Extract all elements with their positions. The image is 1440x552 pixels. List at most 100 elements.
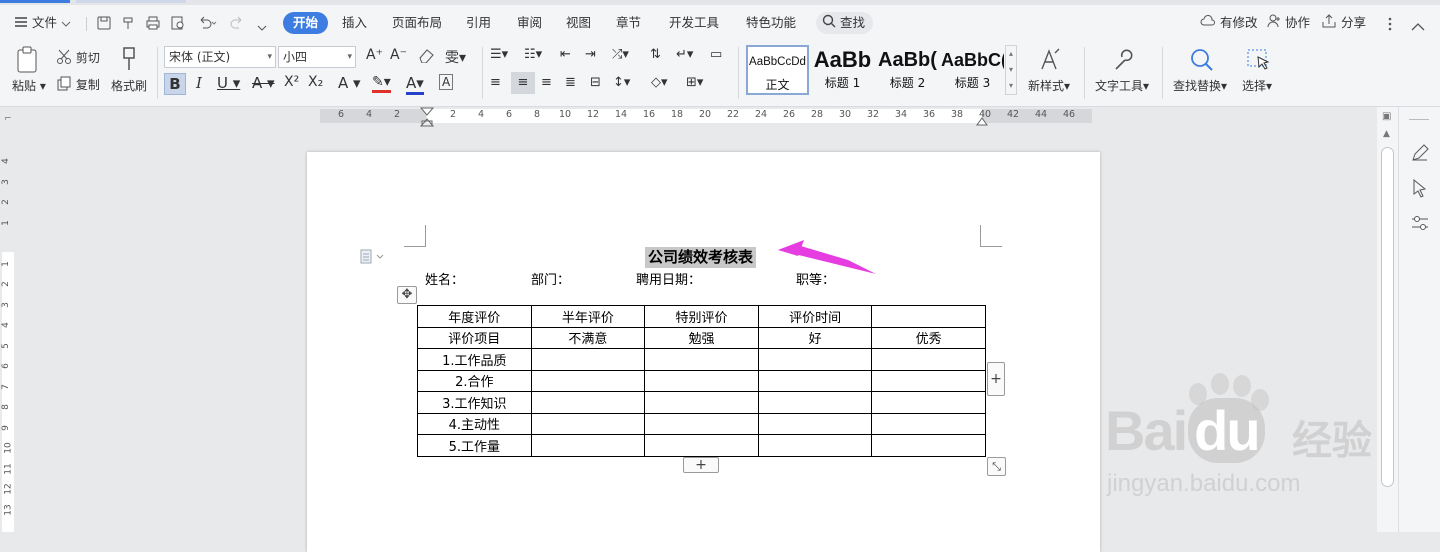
table-cell[interactable] (757, 348, 873, 371)
numbered-list-icon[interactable]: ☷▾ (524, 47, 542, 62)
increase-indent-icon[interactable]: ⇥ (585, 47, 596, 62)
table-cell[interactable]: 4.主动性 (417, 412, 532, 435)
table-cell[interactable]: 半年评价 (530, 305, 646, 328)
field-hire-date[interactable]: 聘用日期： (636, 269, 701, 288)
tab-home[interactable]: 开始 (283, 12, 329, 34)
table-cell[interactable] (644, 369, 759, 392)
table-cell[interactable] (871, 412, 986, 435)
performance-table[interactable]: 年度评价 半年评价 特别评价 评价时间 评价项目 不满意 勉强好优秀 1.工作品质 2.合作 3.… (417, 305, 986, 457)
shading-icon[interactable]: ◇▾ (651, 75, 668, 90)
paste-button[interactable] (14, 46, 40, 77)
tab-developer[interactable]: 开发工具 (669, 12, 719, 34)
font-name-select[interactable]: 宋体 (正文) ▾ (164, 46, 276, 68)
split-view-icon[interactable]: ▣ (1382, 111, 1391, 122)
sort-icon[interactable]: ⇅ (650, 47, 661, 62)
italic-button[interactable]: I (196, 74, 202, 92)
tab-special-features[interactable]: 特色功能 (746, 12, 796, 34)
document-tab[interactable] (76, 0, 186, 3)
text-tools-button[interactable]: 文字工具▾ (1095, 77, 1149, 94)
style-normal[interactable]: AaBbCcDd 正文 (746, 45, 809, 95)
new-style-icon[interactable] (1037, 47, 1063, 76)
table-cell[interactable] (644, 348, 759, 371)
phonetic-guide-icon[interactable]: 雯▾ (445, 47, 466, 67)
field-department[interactable]: 部门： (531, 269, 570, 288)
collaborate-button[interactable]: 协作 (1267, 12, 1310, 34)
table-cell[interactable]: 3.工作知识 (417, 391, 532, 414)
active-window-tab[interactable] (0, 0, 70, 3)
modified-indicator[interactable]: 有修改 (1200, 12, 1258, 34)
increase-font-icon[interactable]: A⁺ (366, 47, 383, 63)
text-effect-button[interactable]: A ▾ (338, 74, 361, 92)
vertical-ruler[interactable]: 4 3 2 1 1 2 3 4 5 6 7 8 9 10 11 12 13 (0, 126, 16, 532)
select-button[interactable]: 选择▾ (1242, 77, 1272, 94)
scroll-thumb[interactable] (1381, 147, 1394, 487)
find-replace-button[interactable]: 查找替换▾ (1173, 77, 1227, 94)
table-cell[interactable] (757, 434, 873, 457)
subscript-button[interactable]: X₂ (308, 74, 323, 90)
font-color-button[interactable]: A▾ (406, 74, 424, 95)
table-cell[interactable]: 优秀 (871, 326, 986, 349)
add-row-button[interactable]: + (683, 457, 719, 473)
table-cell[interactable]: 5.工作量 (417, 434, 532, 457)
table-cell[interactable]: 特别评价 (644, 305, 759, 328)
align-right-icon[interactable]: ≡ (541, 75, 552, 90)
wrench-icon[interactable] (1110, 47, 1134, 76)
find-replace-icon[interactable] (1189, 47, 1215, 76)
add-column-button[interactable]: + (987, 362, 1005, 396)
decrease-font-icon[interactable]: A⁻ (390, 47, 407, 63)
table-cell[interactable] (871, 305, 986, 328)
paragraph-layout-icon[interactable] (359, 248, 387, 266)
table-cell[interactable] (871, 434, 986, 457)
sliders-icon[interactable] (1410, 213, 1430, 233)
superscript-button[interactable]: X² (284, 74, 299, 90)
styles-scroll[interactable]: ▴ ▾ ▾ (1005, 45, 1017, 95)
select-icon[interactable] (1246, 47, 1272, 76)
print-preview-icon[interactable] (170, 15, 186, 37)
share-button[interactable]: 分享 (1321, 12, 1366, 34)
file-menu[interactable]: 文件 (14, 12, 71, 34)
tab-chapter[interactable]: 章节 (616, 12, 641, 34)
copy-button[interactable]: 复制 (56, 76, 100, 95)
tab-page-layout[interactable]: 页面布局 (392, 12, 442, 34)
strikethrough-button[interactable]: A ▾ (252, 74, 275, 92)
indent-marker-icon[interactable] (420, 107, 434, 127)
tab-references[interactable]: 引用 (466, 12, 491, 34)
table-cell[interactable]: 好 (757, 326, 873, 349)
field-grade[interactable]: 职等： (796, 269, 835, 288)
paste-label[interactable]: 粘贴 ▾ (12, 77, 46, 94)
line-spacing-icon[interactable]: ↕▾ (613, 75, 630, 90)
bold-button[interactable]: B (164, 73, 186, 95)
search-box[interactable]: 查找 (816, 12, 873, 34)
style-heading-2[interactable]: AaBb(标题 2 (876, 45, 939, 95)
pen-icon[interactable] (1410, 143, 1430, 163)
table-cell[interactable] (530, 369, 646, 392)
table-cell[interactable] (757, 391, 873, 414)
char-border-button[interactable]: A (439, 74, 454, 90)
cursor-icon[interactable] (1411, 178, 1429, 198)
table-move-handle[interactable]: ✥ (397, 286, 417, 304)
decrease-indent-icon[interactable]: ⇤ (560, 47, 571, 62)
table-cell[interactable]: 评价时间 (757, 305, 873, 328)
vertical-scrollbar[interactable]: ▣ ▲ (1377, 107, 1398, 532)
new-style-button[interactable]: 新样式▾ (1028, 77, 1070, 94)
borders-icon[interactable]: ⊞▾ (686, 75, 703, 90)
table-cell[interactable]: 2.合作 (417, 369, 532, 392)
more-chevron-icon[interactable] (257, 18, 267, 40)
align-left-icon[interactable]: ≡ (490, 75, 501, 90)
table-cell[interactable] (871, 348, 986, 371)
text-direction-icon[interactable]: ⤮▾ (612, 47, 629, 62)
table-cell[interactable] (644, 412, 759, 435)
undo-icon[interactable] (196, 15, 218, 37)
table-cell[interactable]: 不满意 (530, 326, 646, 349)
align-center-icon[interactable]: ≡ (511, 72, 535, 94)
table-cell[interactable] (530, 434, 646, 457)
bullet-list-icon[interactable]: ☰▾ (490, 47, 508, 62)
table-cell[interactable] (530, 391, 646, 414)
tab-view[interactable]: 视图 (566, 12, 591, 34)
table-cell[interactable]: 勉强 (644, 326, 759, 349)
show-marks-icon[interactable]: ↵▾ (676, 47, 693, 62)
format-painter-quick-icon[interactable] (120, 15, 136, 37)
eraser-icon[interactable] (417, 47, 435, 66)
font-size-select[interactable]: 小四 ▾ (278, 46, 356, 68)
table-cell[interactable]: 评价项目 (417, 326, 532, 349)
